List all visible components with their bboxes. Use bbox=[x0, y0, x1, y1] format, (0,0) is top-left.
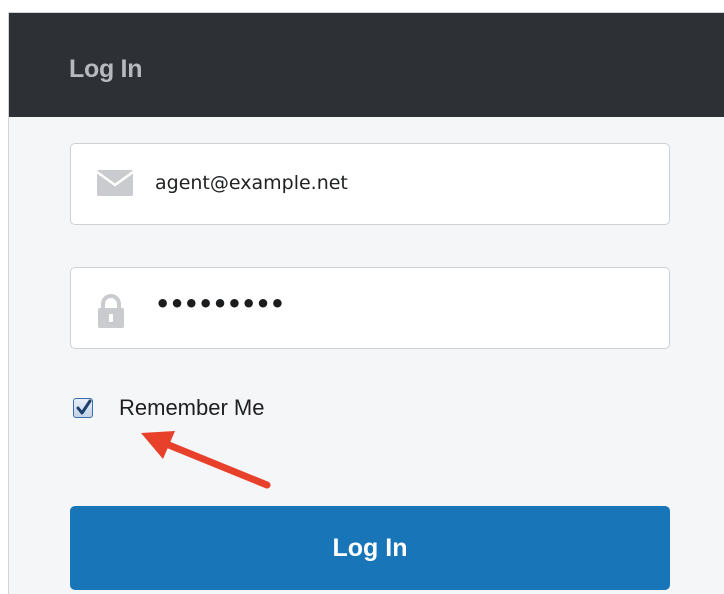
lock-icon bbox=[97, 294, 125, 333]
email-value[interactable]: agent@example.net bbox=[155, 172, 348, 194]
remember-me-label[interactable]: Remember Me bbox=[119, 395, 264, 421]
password-value[interactable]: ••••••••• bbox=[155, 290, 285, 318]
login-button[interactable]: Log In bbox=[70, 506, 670, 590]
remember-me-checkbox[interactable] bbox=[73, 398, 93, 418]
login-panel: Log In agent@example.net ••••••••• Remem… bbox=[8, 12, 724, 594]
header-title: Log In bbox=[69, 55, 143, 83]
email-field[interactable]: agent@example.net bbox=[70, 143, 670, 225]
red-arrow-icon bbox=[141, 431, 271, 489]
remember-me-row[interactable]: Remember Me bbox=[73, 395, 264, 421]
login-header: Log In bbox=[9, 13, 724, 117]
envelope-icon bbox=[96, 170, 134, 201]
password-field[interactable]: ••••••••• bbox=[70, 267, 670, 349]
checkmark-icon bbox=[76, 399, 92, 415]
